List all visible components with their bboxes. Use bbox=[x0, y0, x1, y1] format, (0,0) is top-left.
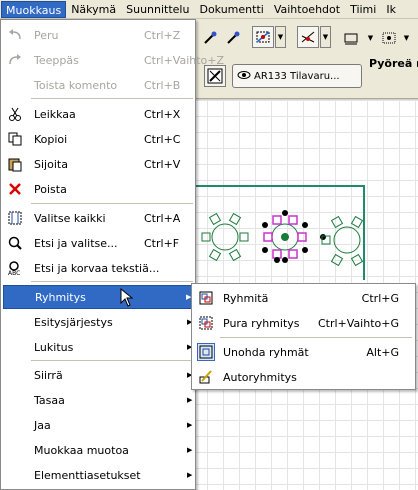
menu-separator bbox=[31, 281, 193, 282]
menu-vaihtoehdot[interactable]: Vaihtoehdot bbox=[269, 1, 345, 18]
eyedropper-icon[interactable] bbox=[199, 27, 221, 49]
menu-item-redo[interactable]: Teeppäs Ctrl+Vaihto+Z bbox=[1, 48, 224, 72]
menu-muokkaus[interactable]: Muokkaus bbox=[1, 0, 67, 18]
menu-nakyma[interactable]: Näkymä bbox=[66, 1, 121, 18]
find-replace-text-icon: ABC bbox=[6, 259, 24, 277]
submenu-arrow-icon: ▶ bbox=[187, 446, 193, 454]
dimension-icon[interactable] bbox=[341, 27, 363, 49]
menu-dokumentti[interactable]: Dokumentti bbox=[194, 1, 268, 18]
element-name-label: Pyöreä ru bbox=[369, 57, 418, 70]
autogroup-icon bbox=[197, 368, 215, 386]
redo-icon bbox=[6, 51, 24, 69]
copy-icon bbox=[6, 130, 24, 148]
dimension-dropdown[interactable]: ▼ bbox=[365, 27, 376, 49]
undo-icon bbox=[6, 26, 24, 44]
menu-item-locking[interactable]: Lukitus ▶ bbox=[1, 335, 195, 359]
menu-item-group[interactable]: Ryhmitä Ctrl+G bbox=[192, 286, 415, 310]
snap-mode-dropdown[interactable]: ▼ bbox=[320, 26, 331, 48]
submenu-arrow-icon: ▶ bbox=[187, 421, 193, 429]
menu-item-repeat[interactable]: Toista komento Ctrl+B bbox=[1, 73, 195, 97]
menu-item-copy[interactable]: Kopioi Ctrl+C bbox=[1, 127, 195, 151]
delete-icon bbox=[6, 180, 24, 198]
menu-item-align[interactable]: Tasaa ▶ bbox=[1, 388, 195, 412]
wall-line bbox=[185, 185, 365, 280]
selection-mode-icon[interactable] bbox=[252, 26, 274, 48]
menu-item-autogroup[interactable]: Autoryhmitys bbox=[192, 365, 415, 389]
group-icon bbox=[197, 289, 215, 307]
menu-ik[interactable]: Ik bbox=[381, 1, 401, 18]
round-table-right bbox=[321, 215, 364, 267]
select-all-icon bbox=[6, 209, 24, 227]
menu-item-ungroup[interactable]: Pura ryhmitys Ctrl+Vaihto+G bbox=[192, 311, 415, 335]
layer-name: AR133 Tilavaru... bbox=[254, 70, 340, 82]
suspend-groups-icon bbox=[197, 343, 215, 361]
menu-item-display-order[interactable]: Esitysjärjestys ▶ bbox=[1, 310, 195, 334]
menu-item-distribute[interactable]: Jaa ▶ bbox=[1, 413, 195, 437]
menu-item-undo[interactable]: Peru Ctrl+Z bbox=[1, 23, 195, 47]
grid-snap-icon[interactable] bbox=[379, 27, 401, 49]
grouping-submenu: Ryhmitä Ctrl+G Pura ryhmitys Ctrl+Vaihto… bbox=[191, 283, 416, 390]
round-table-left bbox=[201, 212, 249, 262]
menu-separator bbox=[220, 337, 412, 338]
menu-item-find-replace-text[interactable]: ABC Etsi ja korvaa tekstiä... bbox=[1, 256, 195, 280]
menu-item-element-settings[interactable]: Elementtiasetukset ▶ bbox=[1, 463, 195, 487]
menu-tiimi[interactable]: Tiimi bbox=[345, 1, 381, 18]
layer-settings-icon[interactable] bbox=[204, 65, 226, 87]
selection-mode-dropdown[interactable]: ▼ bbox=[275, 26, 286, 48]
toolbar-top: ▼ ▼ ▼ ▼ bbox=[189, 19, 418, 57]
menu-item-select-all[interactable]: Valitse kaikki Ctrl+A bbox=[1, 206, 195, 230]
scissors-icon bbox=[6, 105, 24, 123]
menu-item-move[interactable]: Siirrä ▶ bbox=[1, 363, 195, 387]
grid-snap-dropdown[interactable]: ▼ bbox=[401, 27, 412, 49]
menu-item-reshape[interactable]: Muokkaa muotoa ▶ bbox=[1, 438, 195, 462]
submenu-arrow-icon: ▶ bbox=[187, 471, 193, 479]
svg-text:ABC: ABC bbox=[8, 270, 20, 276]
mouse-cursor-icon bbox=[120, 287, 136, 308]
menu-bar: Muokkaus Näkymä Suunnittelu Dokumentti V… bbox=[0, 0, 418, 19]
menu-item-cut[interactable]: Leikkaa Ctrl+X bbox=[1, 102, 195, 126]
eye-icon bbox=[237, 70, 251, 83]
menu-item-find-select[interactable]: Etsi ja valitse... Ctrl+F bbox=[1, 231, 195, 255]
menu-item-grouping[interactable]: Ryhmitys ▶ bbox=[3, 285, 193, 309]
round-table-selected bbox=[262, 210, 326, 263]
layer-selector[interactable]: AR133 Tilavaru... bbox=[232, 64, 362, 88]
menu-separator bbox=[31, 360, 193, 361]
ungroup-icon bbox=[197, 314, 215, 332]
edit-menu: Peru Ctrl+Z Teeppäs Ctrl+Vaihto+Z Toista… bbox=[0, 19, 224, 490]
menu-suunnittelu[interactable]: Suunnittelu bbox=[121, 1, 194, 18]
menu-item-delete[interactable]: Poista bbox=[1, 177, 195, 201]
menu-item-suspend-groups[interactable]: Unohda ryhmät Alt+G bbox=[192, 340, 415, 364]
syringe-icon[interactable] bbox=[222, 27, 244, 49]
menu-separator bbox=[31, 203, 193, 204]
snap-mode-icon[interactable] bbox=[297, 26, 319, 48]
find-select-icon bbox=[6, 234, 24, 252]
paste-icon bbox=[6, 155, 24, 173]
submenu-arrow-icon: ▶ bbox=[187, 396, 193, 404]
menu-item-paste[interactable]: Sijoita Ctrl+V bbox=[1, 152, 195, 176]
menu-separator bbox=[31, 98, 193, 99]
